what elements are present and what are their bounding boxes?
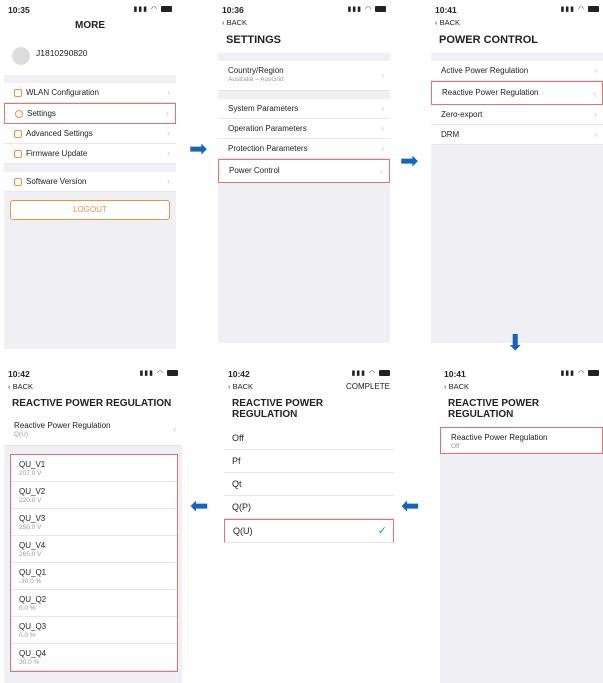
chevron-right-icon: ›: [593, 88, 596, 98]
menu-advanced[interactable]: Advanced Settings ›: [4, 124, 176, 144]
menu-wlan[interactable]: WLAN Configuration ›: [4, 83, 176, 103]
zero-export-row[interactable]: Zero-export ›: [431, 105, 603, 125]
protection-parameters-row[interactable]: Protection Parameters ›: [218, 139, 390, 159]
battery-icon: [379, 370, 390, 377]
avatar: [12, 47, 30, 65]
user-id: J1810290820: [36, 48, 88, 58]
reactive-power-setting[interactable]: Reactive Power Regulation Q(U) ›: [4, 416, 182, 446]
page-title: REACTIVE POWER REGULATION: [232, 398, 324, 420]
country-region-row[interactable]: Country/Region Australia – AusGrid ›: [218, 61, 390, 91]
menu-firmware[interactable]: Firmware Update ›: [4, 144, 176, 164]
user-row[interactable]: J1810290820: [4, 39, 176, 75]
page-title: REACTIVE POWER REGULATION: [12, 398, 172, 409]
chevron-right-icon: ›: [167, 148, 170, 158]
chevron-right-icon: ›: [594, 129, 597, 139]
operation-parameters-row[interactable]: Operation Parameters ›: [218, 119, 390, 139]
battery-icon: [588, 370, 599, 377]
chevron-right-icon: ›: [173, 424, 176, 434]
status-bar: 10:41 ▮▮▮ ◠: [431, 0, 603, 16]
arrow-down-icon: ⬇: [506, 330, 525, 355]
battery-icon: [375, 6, 386, 13]
status-bar: 10:42 ▮▮▮ ◠: [224, 364, 394, 380]
param-qu-v2[interactable]: QU_V2 220.0 V: [11, 482, 177, 509]
arrow-right-icon: ➡: [400, 148, 419, 173]
screen-choose-mode: 10:42 ▮▮▮ ◠ ‹ BACK COMPLETE REACTIVE POWE…: [224, 364, 394, 683]
back-button[interactable]: ‹ BACK: [431, 16, 603, 30]
chevron-right-icon: ›: [381, 70, 384, 80]
page-title: SETTINGS: [226, 34, 282, 46]
param-qu-q1[interactable]: QU_Q1 -30.0 %: [11, 563, 177, 590]
back-button[interactable]: ‹ BACK: [4, 380, 182, 394]
wlan-icon: [14, 88, 22, 97]
chevron-right-icon: ›: [381, 103, 384, 113]
arrow-right-icon: ➡: [189, 136, 208, 161]
back-button[interactable]: ‹ BACK: [218, 16, 390, 30]
page-title: MORE: [75, 20, 105, 31]
checkmark-icon: ✓: [377, 525, 387, 537]
chevron-right-icon: ›: [381, 123, 384, 133]
chevron-right-icon: ›: [594, 65, 597, 75]
param-qu-v1[interactable]: QU_V1 207.0 V: [11, 455, 177, 482]
chevron-right-icon: ›: [166, 108, 169, 118]
reactive-qu-body: Reactive Power Regulation Q(U) › QU_V1 20…: [4, 416, 182, 683]
option-pf[interactable]: Pf: [224, 450, 394, 473]
chevron-right-icon: ›: [594, 109, 597, 119]
chevron-right-icon: ›: [167, 87, 170, 97]
reactive-off-body: Reactive Power Regulation Off: [440, 427, 603, 683]
screen-settings: 10:36 ▮▮▮ ◠ ‹ BACK SETTINGS Country/Regi…: [218, 0, 390, 355]
status-icons: ▮▮▮ ◠: [133, 5, 172, 13]
param-qu-q3[interactable]: QU_Q3 0.0 %: [11, 617, 177, 644]
screen-reactive-qu: 10:42 ▮▮▮ ◠ ‹ BACK REACTIVE POWER REGULA…: [4, 364, 182, 683]
screen-power-control: 10:41 ▮▮▮ ◠ ‹ BACK POWER CONTROL Active …: [431, 0, 603, 355]
menu-software-version[interactable]: Software Version ›: [4, 172, 176, 192]
status-bar: 10:36 ▮▮▮ ◠: [218, 0, 390, 16]
power-control-row[interactable]: Power Control ›: [218, 159, 390, 183]
gear-icon: [15, 109, 23, 118]
param-qu-q4[interactable]: QU_Q4 30.0 %: [11, 644, 177, 671]
edit-icon: [14, 129, 22, 138]
drm-row[interactable]: DRM ›: [431, 125, 603, 145]
settings-body: Country/Region Australia – AusGrid › Sys…: [218, 53, 390, 343]
battery-icon: [161, 6, 172, 13]
power-body: Active Power Regulation › Reactive Power …: [431, 53, 603, 343]
firmware-icon: [14, 149, 22, 158]
status-bar: 10:42 ▮▮▮ ◠: [4, 364, 182, 380]
screen-reactive-off: 10:41 ▮▮▮ ◠ ‹ BACK REACTIVE POWER REGULA…: [440, 364, 603, 683]
reactive-power-row[interactable]: Reactive Power Regulation ›: [431, 81, 603, 105]
chevron-right-icon: ›: [167, 176, 170, 186]
page-title: POWER CONTROL: [439, 34, 538, 46]
battery-icon: [167, 370, 178, 377]
option-off[interactable]: Off: [224, 427, 394, 450]
arrow-left-icon: ⬅: [401, 493, 420, 518]
status-bar: 10:41 ▮▮▮ ◠: [440, 364, 603, 380]
param-qu-v4[interactable]: QU_V4 265.0 V: [11, 536, 177, 563]
active-power-row[interactable]: Active Power Regulation ›: [431, 61, 603, 81]
qu-parameter-list: QU_V1 207.0 V QU_V2 220.0 V QU_V3 250.0 V Q…: [10, 454, 178, 672]
back-button[interactable]: ‹ BACK: [440, 380, 603, 394]
arrow-left-icon: ⬅: [190, 493, 209, 518]
complete-button[interactable]: COMPLETE: [346, 380, 390, 394]
param-qu-q2[interactable]: QU_Q2 0.0 %: [11, 590, 177, 617]
chevron-right-icon: ›: [381, 143, 384, 153]
back-button[interactable]: ‹ BACK COMPLETE: [224, 380, 394, 394]
page-title: REACTIVE POWER REGULATION: [448, 398, 540, 420]
reactive-power-setting[interactable]: Reactive Power Regulation Off: [440, 427, 603, 454]
more-body: J1810290820 WLAN Configuration › Settings…: [4, 39, 176, 349]
chevron-right-icon: ›: [167, 128, 170, 138]
status-bar: 10:35 ▮▮▮ ◠: [4, 0, 176, 16]
info-icon: [14, 177, 22, 186]
logout-button[interactable]: LOGOUT: [10, 200, 170, 220]
status-time: 10:35: [8, 5, 30, 15]
screen-more: 10:35 ▮▮▮ ◠ MORE J1810290820 WLAN Config…: [4, 0, 176, 355]
battery-icon: [588, 6, 599, 13]
menu-settings[interactable]: Settings ›: [4, 103, 176, 124]
option-qu[interactable]: Q(U) ✓: [224, 519, 394, 543]
system-parameters-row[interactable]: System Parameters ›: [218, 99, 390, 119]
option-qp[interactable]: Q(P): [224, 496, 394, 519]
option-qt[interactable]: Qt: [224, 473, 394, 496]
param-qu-v3[interactable]: QU_V3 250.0 V: [11, 509, 177, 536]
chevron-right-icon: ›: [380, 166, 383, 176]
